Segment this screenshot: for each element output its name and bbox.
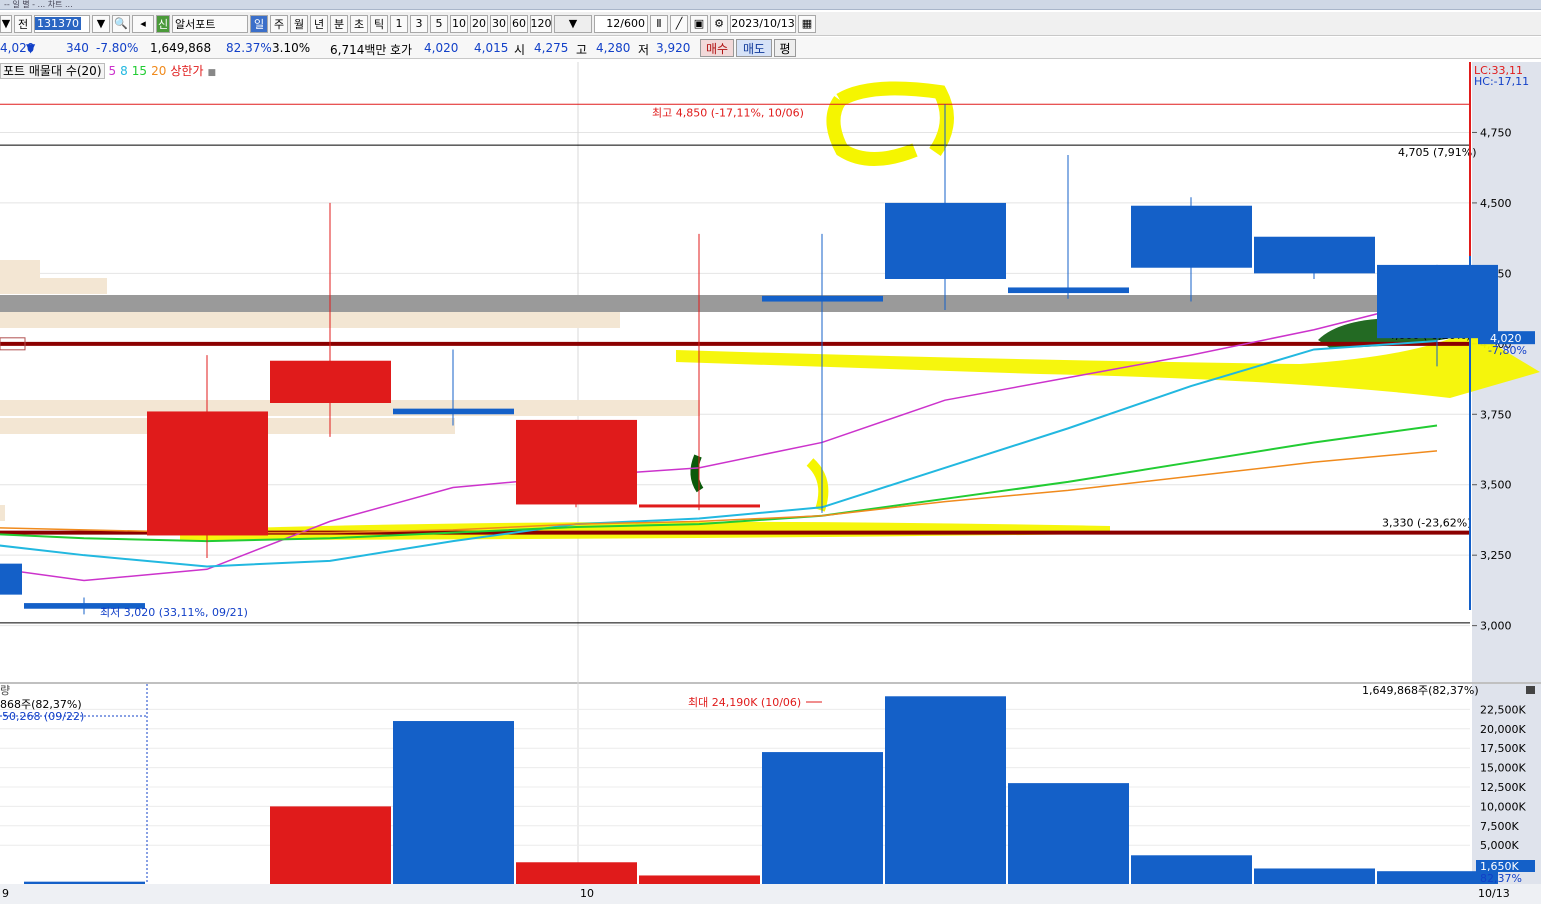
candle-body <box>1377 264 1498 339</box>
y-tick-label: 3,500 <box>1480 479 1512 492</box>
price-chart[interactable]: 3,0003,2503,5003,7504,0004,2504,5004,750… <box>0 0 1541 904</box>
legend-ma-20: 20 <box>151 64 167 78</box>
volume-profile-bar <box>0 505 5 521</box>
volume-bar <box>1008 783 1129 884</box>
volume-bar <box>885 696 1006 884</box>
chart-legend: 포트 매물대 수(20) 5 8 15 20 상한가 ■ <box>0 62 220 79</box>
vol-tick-label: 7,500K <box>1480 820 1519 833</box>
legend-ma-8: 8 <box>120 64 128 78</box>
volume-bar <box>639 875 760 884</box>
max-volume-annotation: 최대 24,190K (10/06) <box>688 696 801 709</box>
legend-indicator-name: 포트 매물대 수(20) <box>0 63 105 79</box>
vol-tick-label: 5,000K <box>1480 839 1519 852</box>
volume-bar <box>1254 868 1375 884</box>
legend-limit-up: 상한가 <box>170 64 204 78</box>
volume-ma-label: 50,268 (09/22) <box>2 710 84 723</box>
volume-profile-bar <box>0 312 620 328</box>
current-volume-label: 1,649,868주(82,37%) <box>1362 684 1479 697</box>
candle-body <box>885 202 1006 279</box>
candle-body <box>1254 236 1375 274</box>
legend-ma-15: 15 <box>131 64 148 78</box>
candle-body <box>393 408 514 415</box>
y-tick-label: 4,750 <box>1480 126 1512 139</box>
volume-profile-bar <box>0 278 107 294</box>
candle-body <box>147 411 268 536</box>
volume-bar <box>24 881 145 884</box>
candle-body <box>0 563 22 595</box>
vol-tick-label: 15,000K <box>1480 762 1526 775</box>
volume-profile-max-bar <box>0 295 1470 312</box>
volume-profile-bar <box>0 260 40 278</box>
x-label-sep: 9 <box>2 887 9 900</box>
support-label-low: 3,330 (-23,62%) <box>1382 517 1471 530</box>
vol-tick-label: 17,500K <box>1480 742 1526 755</box>
current-pct-label: -7,80% <box>1488 344 1527 357</box>
current-volume-pct: 82,37% <box>1480 872 1522 885</box>
y-tick-label: 3,750 <box>1480 408 1512 421</box>
volume-bar <box>1131 855 1252 884</box>
volume-bar <box>393 721 514 884</box>
legend-close-icon[interactable]: ■ <box>207 68 216 78</box>
hc-label: HC:-17,11 <box>1474 75 1529 88</box>
vol-tick-label: 12,500K <box>1480 781 1526 794</box>
volume-pane-close-icon <box>1526 686 1535 694</box>
candle-body <box>639 504 760 508</box>
vol-tick-label: 22,500K <box>1480 703 1526 716</box>
vol-tick-label: 20,000K <box>1480 723 1526 736</box>
volume-bar <box>516 862 637 884</box>
y-tick-label: 3,000 <box>1480 620 1512 633</box>
candle-body <box>762 295 883 302</box>
legend-ma-5: 5 <box>108 64 117 78</box>
volume-bar <box>762 752 883 884</box>
candle-body <box>516 419 637 505</box>
x-label-oct: 10 <box>580 887 594 900</box>
candle-body <box>270 360 391 403</box>
resistance-label: 4,705 (7,91%) <box>1398 146 1477 159</box>
low-annotation: 최저 3,020 (33,11%, 09/21) <box>100 606 248 619</box>
pane-divider <box>0 682 1541 684</box>
chart-window: { "window":{"title":"-- 일 별 - ... 차트 ...… <box>0 0 1541 904</box>
y-tick-label: 3,250 <box>1480 549 1512 562</box>
volume-pane-title: 량 <box>0 684 10 697</box>
candle-body <box>1131 205 1252 268</box>
high-line-label: 최고 4,850 (-17,11%, 10/06) <box>652 106 804 119</box>
x-label-last: 10/13 <box>1478 887 1510 900</box>
volume-bar <box>270 806 391 884</box>
candle-body <box>1008 287 1129 294</box>
time-axis <box>0 884 1541 904</box>
y-tick-label: 4,500 <box>1480 197 1512 210</box>
vol-tick-label: 10,000K <box>1480 800 1526 813</box>
